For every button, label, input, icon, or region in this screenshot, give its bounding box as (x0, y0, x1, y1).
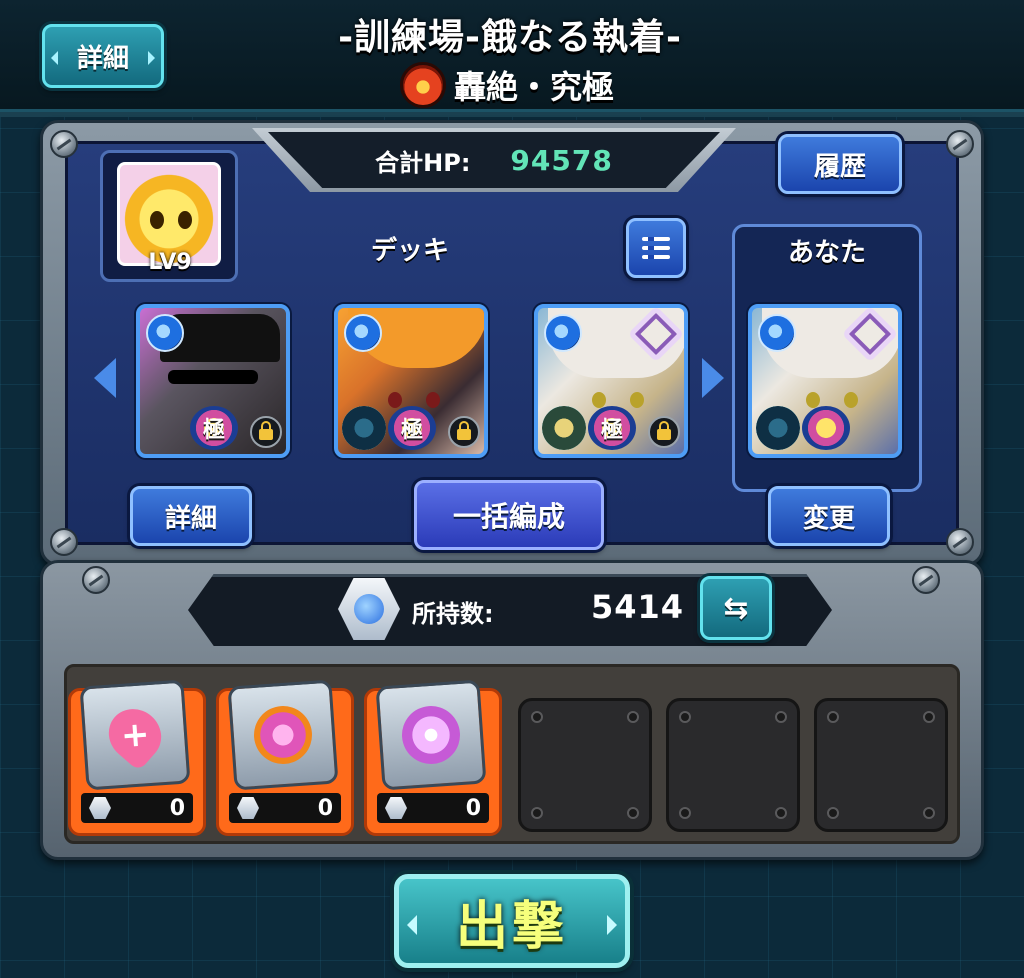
swap-icon: ⇆ (723, 590, 749, 626)
kiwami-badge: 極 (588, 406, 636, 450)
lock-icon (448, 416, 480, 448)
empty-item-slot[interactable] (666, 698, 800, 832)
empty-item-slot[interactable] (814, 698, 948, 832)
glasses-graphic (168, 370, 258, 384)
pink-orb-icon (227, 679, 339, 791)
kiwami-badge: 極 (190, 406, 238, 450)
swap-button[interactable]: ⇆ (700, 576, 772, 640)
water-element-icon (146, 314, 184, 352)
scroll-right-arrow-icon[interactable] (702, 358, 724, 398)
heart-plus-icon: + (79, 679, 191, 791)
total-hp-display: 合計HP: 94578 (268, 132, 720, 188)
eye-graphic (426, 392, 440, 408)
monster-card-1[interactable]: 極 (136, 304, 290, 458)
empty-item-slot[interactable] (518, 698, 652, 832)
kiwami-badge (802, 406, 850, 450)
ring-icon (342, 406, 386, 450)
detail-button-top[interactable]: 詳細 (42, 24, 164, 88)
screw-icon (50, 130, 78, 158)
screw-icon (946, 528, 974, 556)
stage-title: -訓練場-餓なる執着- (338, 17, 682, 58)
bulk-form-button[interactable]: 一括編成 (414, 480, 604, 550)
item-count: 0 (317, 795, 333, 821)
orb-currency-icon (237, 797, 259, 819)
avatar-eye (150, 211, 164, 229)
owned-value: 5414 (590, 588, 684, 626)
you-label: あなた (787, 238, 866, 268)
screw-icon (912, 566, 940, 594)
item-count: 0 (465, 795, 481, 821)
light-orb-icon (375, 679, 487, 791)
water-element-icon (544, 314, 582, 352)
monster-card-3[interactable]: 極 (534, 304, 688, 458)
screw-icon (946, 130, 974, 158)
item-count: 0 (169, 795, 185, 821)
water-element-icon (344, 314, 382, 352)
stage-difficulty: 轟絶・究極 (453, 68, 614, 106)
list-icon (642, 237, 670, 259)
item-count-bar: 0 (377, 793, 489, 823)
eye-graphic (388, 392, 402, 408)
item-slot-pink-orb[interactable]: 0 (216, 679, 354, 836)
ring-icon (756, 406, 800, 450)
total-hp-value: 94578 (510, 143, 613, 177)
eye-graphic (806, 392, 820, 408)
eye-graphic (844, 392, 858, 408)
scroll-left-arrow-icon[interactable] (94, 358, 116, 398)
screw-icon (50, 528, 78, 556)
item-slot-heart[interactable]: + 0 (68, 679, 206, 836)
orb-currency-icon (385, 797, 407, 819)
lock-icon (648, 416, 680, 448)
deck-list-button[interactable] (626, 218, 686, 278)
avatar-eye (178, 211, 192, 229)
item-count-bar: 0 (81, 793, 193, 823)
launch-button[interactable]: 出撃 (394, 874, 630, 968)
player-level: LV9 (148, 250, 192, 275)
eye-graphic (592, 392, 606, 408)
water-element-icon (758, 314, 796, 352)
history-button[interactable]: 履歴 (778, 134, 902, 194)
total-hp-label: 合計HP: (375, 148, 471, 177)
change-button[interactable]: 変更 (768, 486, 890, 546)
detail-button[interactable]: 詳細 (130, 486, 252, 546)
orb-currency-icon (89, 797, 111, 819)
kiwami-badge: 極 (388, 406, 436, 450)
item-count-bar: 0 (229, 793, 341, 823)
owned-label: 所持数: (412, 600, 494, 628)
item-slot-light-orb[interactable]: 0 (364, 679, 502, 836)
deck-label: デッキ (370, 236, 449, 266)
fire-element-icon (399, 62, 446, 108)
helper-monster-card[interactable] (748, 304, 902, 458)
lock-icon (250, 416, 282, 448)
screw-icon (82, 566, 110, 594)
stage-subtitle: 轟絶・究極 (372, 62, 642, 108)
lotus-icon (542, 406, 586, 450)
monster-card-2[interactable]: 極 (334, 304, 488, 458)
eye-graphic (630, 392, 644, 408)
